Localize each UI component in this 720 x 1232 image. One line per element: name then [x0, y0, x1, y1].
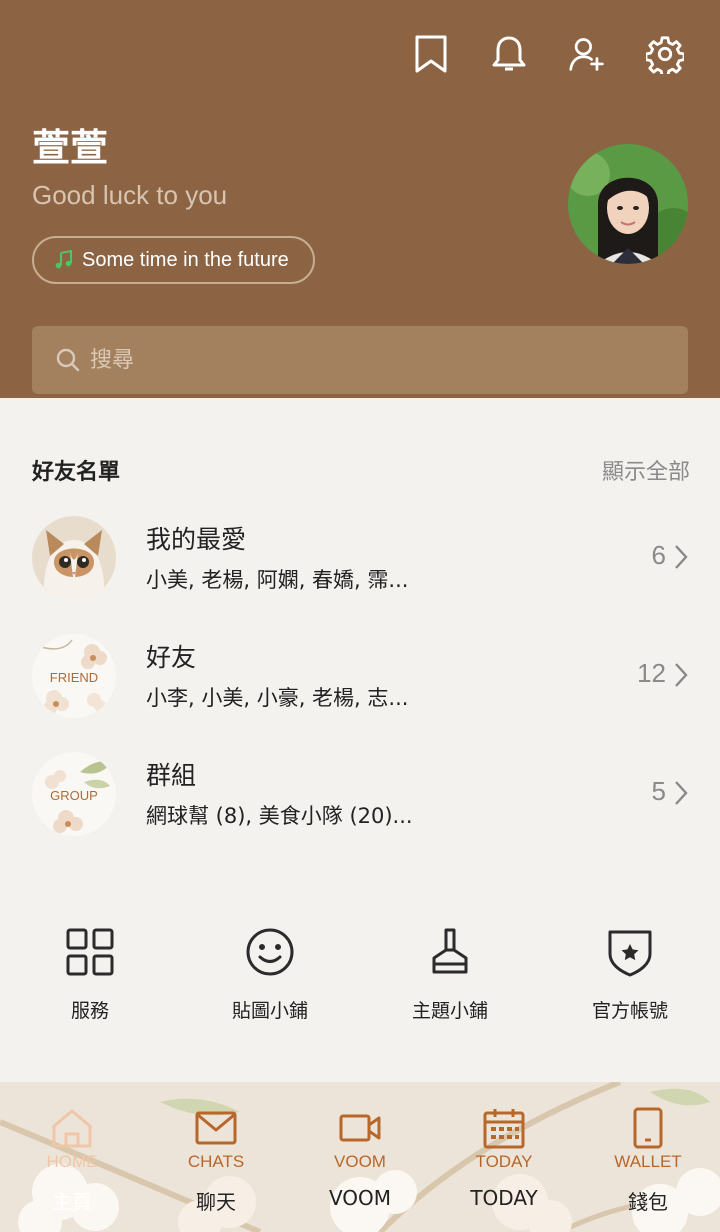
grid-icon	[66, 928, 114, 976]
tab-label-zh: 主頁	[52, 1190, 92, 1214]
home-icon	[52, 1109, 92, 1148]
tab-label-en: CHATS	[187, 1152, 245, 1171]
tab-wallet[interactable]: WALLET 錢包	[576, 1106, 720, 1215]
friends-section-title: 好友名單	[32, 460, 121, 485]
shortcut-label: 主題小鋪	[411, 1000, 488, 1022]
search-icon	[56, 348, 80, 372]
shortcut-label: 官方帳號	[591, 1000, 668, 1022]
music-label: Some time in the future	[82, 248, 289, 271]
add-friend-icon[interactable]	[568, 32, 606, 76]
group-badge-text: GROUP	[50, 788, 98, 803]
video-icon	[339, 1114, 381, 1142]
show-all-link[interactable]: 顯示全部	[602, 454, 690, 486]
tab-voom[interactable]: VOOM VOOM	[288, 1106, 432, 1210]
tab-label-zh: 錢包	[628, 1190, 668, 1214]
status-message[interactable]: Good luck to you	[32, 180, 227, 211]
chevron-right-icon	[675, 545, 688, 569]
tab-label-zh: TODAY	[470, 1186, 538, 1210]
profile-name[interactable]: 萱萱	[32, 117, 108, 172]
list-item-favorites[interactable]: 我的最愛 小美, 老楊, 阿嫻, 春嬌, 霈... 6	[0, 516, 720, 616]
music-note-icon	[55, 250, 72, 269]
chevron-right-icon	[675, 781, 688, 805]
favorites-thumbnail	[32, 516, 116, 600]
tab-label-en: VOOM	[334, 1152, 386, 1171]
avatar[interactable]	[568, 144, 688, 264]
profile-header: 萱萱 Good luck to you Some time in the fut…	[0, 0, 720, 398]
shield-star-icon	[608, 930, 652, 977]
phone-icon	[633, 1107, 663, 1149]
official-accounts-button[interactable]: 官方帳號	[540, 926, 720, 1036]
group-count: 12	[637, 658, 666, 688]
group-members: 小美, 老楊, 阿嫻, 春嬌, 霈...	[146, 568, 409, 592]
search-bar[interactable]	[32, 326, 688, 394]
shortcut-label: 貼圖小鋪	[231, 1000, 308, 1022]
bell-icon[interactable]	[490, 32, 528, 76]
profile-music-button[interactable]: Some time in the future	[32, 236, 315, 284]
group-name: 好友	[146, 643, 197, 672]
sticker-shop-button[interactable]: 貼圖小鋪	[180, 926, 360, 1036]
services-button[interactable]: 服務	[0, 926, 180, 1036]
list-item-groups[interactable]: GROUP 群組 網球幫 (8), 美食小隊 (20)... 5	[0, 752, 720, 852]
list-item-friends[interactable]: FRIEND 好友 小李, 小美, 小豪, 老楊, 志... 12	[0, 634, 720, 734]
group-name: 我的最愛	[146, 525, 247, 554]
group-count: 6	[651, 540, 666, 570]
tab-label-en: TODAY	[475, 1152, 533, 1171]
gear-icon[interactable]	[646, 32, 684, 76]
theme-shop-button[interactable]: 主題小鋪	[360, 926, 540, 1036]
tab-label-zh: 聊天	[196, 1190, 236, 1214]
group-count: 5	[651, 776, 666, 806]
shortcut-bar: 服務 貼圖小鋪 主題小鋪 官方帳號	[0, 926, 720, 1036]
smiley-icon	[246, 928, 294, 976]
bottom-tab-bar: HOME 主頁 CHATS 聊天 VOOM VOOM TODAY TODAY W…	[0, 1082, 720, 1232]
friends-thumbnail: FRIEND	[32, 634, 116, 718]
mail-icon	[195, 1111, 237, 1145]
group-name: 群組	[146, 761, 197, 790]
tab-chats[interactable]: CHATS 聊天	[144, 1106, 288, 1215]
tab-label-zh: VOOM	[328, 1186, 392, 1210]
friend-badge-text: FRIEND	[50, 670, 98, 685]
brush-icon	[432, 928, 468, 974]
group-members: 小李, 小美, 小豪, 老楊, 志...	[146, 686, 409, 710]
group-members: 網球幫 (8), 美食小隊 (20)...	[146, 804, 413, 828]
tab-today[interactable]: TODAY TODAY	[432, 1106, 576, 1210]
groups-thumbnail: GROUP	[32, 752, 116, 836]
search-input[interactable]	[90, 347, 650, 373]
tab-home[interactable]: HOME 主頁	[0, 1106, 144, 1215]
calendar-icon	[483, 1109, 525, 1149]
tab-label-en: HOME	[46, 1152, 98, 1171]
shortcut-label: 服務	[70, 1000, 109, 1022]
tab-label-en: WALLET	[614, 1152, 682, 1171]
header-toolbar	[412, 32, 684, 76]
bookmark-icon[interactable]	[412, 32, 450, 76]
chevron-right-icon	[675, 663, 688, 687]
